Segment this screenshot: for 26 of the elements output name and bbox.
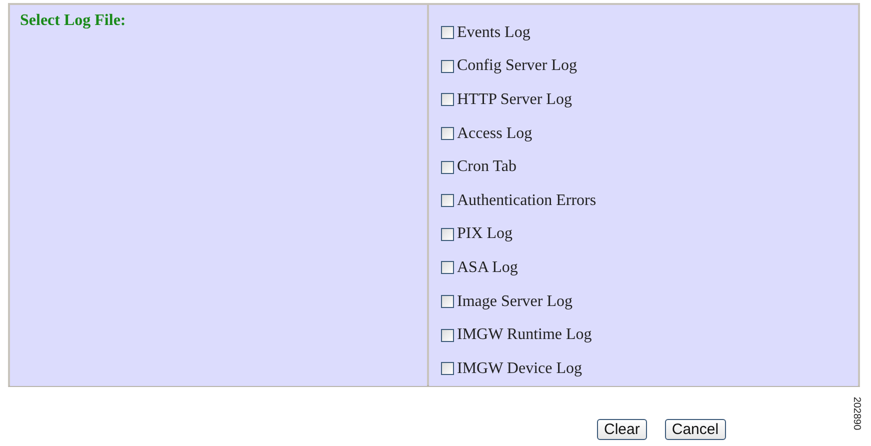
log-file-option[interactable]: Cron Tab [441, 150, 858, 184]
log-file-option[interactable]: PIX Log [441, 218, 858, 252]
clear-button[interactable]: Clear [597, 419, 647, 440]
checkbox[interactable] [441, 160, 454, 174]
log-file-option[interactable]: Authentication Errors [441, 184, 858, 218]
cancel-button[interactable]: Cancel [664, 419, 726, 440]
checkbox[interactable] [441, 362, 454, 376]
checkbox[interactable] [441, 194, 454, 208]
log-file-option[interactable]: HTTP Server Log [441, 83, 858, 117]
checkbox[interactable] [441, 328, 454, 342]
log-file-option[interactable]: Image Server Log [441, 284, 858, 318]
checkbox[interactable] [441, 295, 454, 308]
log-file-option[interactable]: Access Log [441, 116, 858, 150]
log-file-option[interactable]: IMGW Runtime Log [441, 318, 858, 352]
log-file-option[interactable]: IMGW Device Log [441, 352, 858, 386]
log-file-option[interactable]: ASA Log [441, 251, 858, 285]
figure-number: 202890 [851, 396, 862, 430]
log-file-option[interactable]: Config Server Log [441, 50, 858, 84]
checkbox[interactable] [441, 127, 454, 140]
checkbox[interactable] [441, 93, 454, 106]
checkbox[interactable] [441, 228, 454, 241]
select-log-file-label: Select Log File: [20, 12, 126, 29]
checkbox[interactable] [441, 60, 454, 73]
checkbox[interactable] [441, 26, 454, 40]
log-file-option[interactable]: Events Log [441, 16, 858, 50]
checkbox[interactable] [441, 261, 454, 274]
